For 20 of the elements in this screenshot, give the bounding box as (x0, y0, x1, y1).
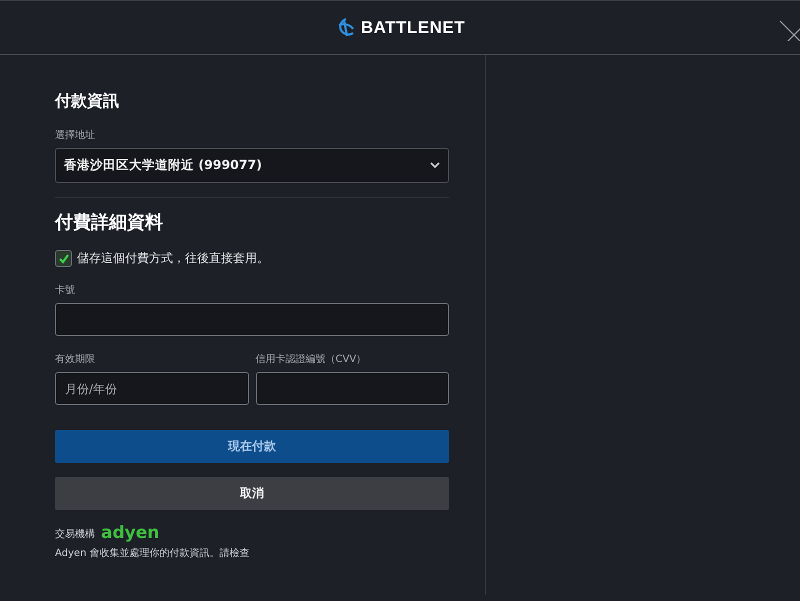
cancel-button[interactable]: 取消 (55, 477, 449, 510)
privacy-notice: Adyen 會收集並處理你的付款資訊。請檢查 (55, 546, 251, 560)
close-button[interactable] (778, 19, 800, 41)
section-title: 付款資訊 (55, 91, 120, 112)
field-label: 卡號 (55, 284, 76, 297)
logo-text: BATTLENET (360, 18, 466, 38)
chevron-icon (430, 162, 440, 169)
processor-logo: adyen (101, 525, 160, 542)
expiry-field[interactable]: 月份/年份 (55, 372, 248, 405)
pay-button[interactable]: 現在付款 (55, 430, 449, 463)
processor-label: 交易機構 (55, 528, 95, 540)
field-label: 有效期限 (55, 352, 96, 366)
field-label: 選擇地址 (55, 128, 96, 142)
field-label: 信用卡認證編號（CVV） (256, 352, 368, 366)
section-title: 付費詳細資料 (55, 211, 164, 234)
save-checkbox[interactable] (55, 250, 72, 267)
address-dropdown[interactable]: 香港沙田区大学道附近 (999077) (55, 148, 449, 183)
card-number-field[interactable] (55, 303, 449, 336)
checkbox-label: 儲存這個付費方式，往後直接套用。 (77, 250, 269, 267)
cvv-field[interactable] (256, 372, 449, 405)
